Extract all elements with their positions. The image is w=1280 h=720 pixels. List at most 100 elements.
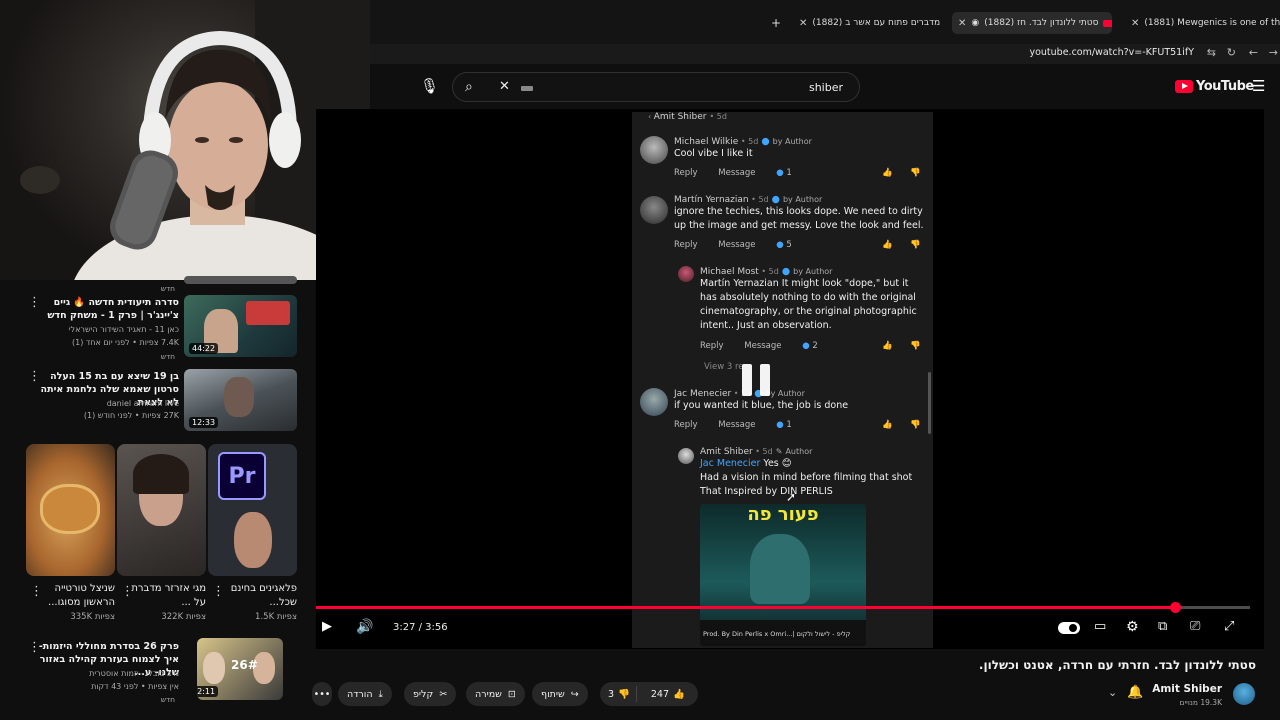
- dislike-icon[interactable]: 👎: [910, 240, 921, 250]
- clip-button[interactable]: קליפ ✂: [404, 682, 457, 706]
- comment-actions: Reply Message ● 1 👍 👎: [674, 420, 921, 430]
- youtube-play-icon: [1175, 80, 1193, 93]
- reply-button[interactable]: Reply: [674, 168, 698, 178]
- volume-icon[interactable]: 🔊: [356, 619, 373, 635]
- avatar[interactable]: [640, 196, 668, 224]
- comment-actions: Reply Message ● 5 👍 👎: [674, 240, 921, 250]
- avatar[interactable]: [678, 266, 694, 282]
- back-icon[interactable]: ←: [1249, 46, 1258, 59]
- save-button[interactable]: שמירה ⊡: [466, 682, 525, 706]
- more-icon: •••: [313, 688, 331, 700]
- tab-mewgenics[interactable]: ✕ (1881) Mewgenics is one of the: [1125, 12, 1280, 34]
- channel-avatar[interactable]: [1233, 683, 1255, 705]
- keyboard-icon[interactable]: [521, 86, 533, 91]
- comment-image[interactable]: פעור פה Prod. By Din Perlis x Omri...| ק…: [700, 504, 866, 646]
- new-tab-button[interactable]: +: [765, 12, 787, 34]
- video-thumbnail[interactable]: 44:22: [184, 295, 297, 357]
- bookmark-icon: ⊡: [507, 688, 516, 700]
- youtube-logo[interactable]: YouTube: [1175, 79, 1254, 94]
- message-button[interactable]: Message: [718, 168, 755, 178]
- mouse-cursor-icon: ➚: [786, 490, 797, 504]
- cast-icon[interactable]: ⎚: [1190, 619, 1200, 634]
- reply-button[interactable]: Reply: [674, 420, 698, 430]
- channel-name[interactable]: Amit Shiber: [1152, 683, 1222, 695]
- reply-button[interactable]: Reply: [674, 240, 698, 250]
- more-actions-button[interactable]: •••: [312, 682, 332, 706]
- close-tab-icon[interactable]: ✕: [958, 18, 966, 29]
- time-display: 3:27 / 3:56: [393, 622, 448, 633]
- youtube-header: 🎙 ⌕ ✕ YouTube ☰: [370, 64, 1280, 109]
- translate-icon[interactable]: ⇆: [1207, 46, 1216, 59]
- tab-current-video[interactable]: ✕ ◉ (1882) סטתי ללונדון לבד. חז: [952, 12, 1112, 34]
- search-box[interactable]: ⌕ ✕: [452, 72, 860, 102]
- chevron-down-icon[interactable]: ⌄: [1108, 686, 1117, 699]
- scrollbar[interactable]: [928, 372, 931, 434]
- url-text[interactable]: youtube.com/watch?v=-KFUT51ifY: [1029, 47, 1194, 58]
- share-icon: ↪: [570, 688, 579, 700]
- comment-actions: Reply Message ● 1 👍 👎: [674, 168, 921, 178]
- author-heart-icon: ●: [781, 266, 791, 277]
- author-heart-icon: ●: [761, 136, 770, 147]
- author-heart-icon: ●: [771, 194, 780, 205]
- comment: Michael Wilkie • 5d ● by Author Cool vib…: [674, 136, 812, 159]
- like-icon[interactable]: 👍: [882, 168, 893, 178]
- comment-reply: Amit Shiber • 5d ✎ Author Jac Menecier Y…: [700, 447, 913, 497]
- like-count-icon: ●: [776, 168, 784, 178]
- dislike-icon[interactable]: 👎: [910, 168, 921, 178]
- reload-icon[interactable]: ↻: [1227, 46, 1236, 59]
- like-icon[interactable]: 👍: [882, 341, 893, 351]
- webcam-overlay: [0, 0, 370, 280]
- scrubber-handle[interactable]: [1169, 602, 1181, 613]
- bell-icon[interactable]: 🔔: [1127, 685, 1143, 700]
- pause-overlay-icon[interactable]: [742, 364, 772, 396]
- play-icon[interactable]: ▶: [322, 619, 332, 634]
- scissors-icon: ✂: [439, 688, 448, 700]
- short-thumbnail[interactable]: Pr: [208, 444, 297, 576]
- menu-icon[interactable]: ☰: [1252, 77, 1265, 95]
- dislike-icon[interactable]: 👎: [910, 341, 921, 351]
- message-button[interactable]: Message: [718, 420, 755, 430]
- dislike-button[interactable]: 3 👎: [600, 686, 637, 702]
- clear-search-icon[interactable]: ✕: [499, 79, 510, 94]
- view-replies-link[interactable]: View 3 re: [704, 362, 744, 372]
- like-count-icon: ●: [802, 341, 810, 351]
- forward-icon[interactable]: →: [1269, 46, 1278, 59]
- search-icon[interactable]: ⌕: [465, 79, 473, 95]
- message-button[interactable]: Message: [718, 240, 755, 250]
- download-icon: ⤓: [378, 688, 383, 700]
- video-thumbnail[interactable]: [184, 276, 297, 284]
- autoplay-toggle[interactable]: [1058, 622, 1080, 634]
- dislike-icon[interactable]: 👎: [910, 420, 921, 430]
- close-tab-icon[interactable]: ✕: [799, 18, 807, 29]
- address-bar[interactable]: youtube.com/watch?v=-KFUT51ifY ⇆ ↻ ← →: [370, 44, 1280, 64]
- settings-icon[interactable]: ⚙: [1126, 619, 1139, 635]
- avatar[interactable]: [678, 448, 694, 464]
- reply-button[interactable]: Reply: [700, 341, 724, 351]
- message-button[interactable]: Message: [744, 341, 781, 351]
- browser-tab-bar: ✕ (1881) Mewgenics is one of the ✕ ◉ (18…: [370, 0, 1280, 44]
- thumb-up-icon: 👍: [673, 688, 685, 700]
- download-button[interactable]: הורדה ⤓: [338, 682, 392, 706]
- short-thumbnail[interactable]: [26, 444, 115, 576]
- comment: Jac Menecier • 5d ● by Author if you wan…: [674, 388, 849, 411]
- video-frame-comments: ‹ Amit Shiber • 5d Michael Wilkie • 5d ●…: [632, 112, 933, 648]
- close-tab-icon[interactable]: ✕: [1131, 18, 1139, 29]
- tab-asher[interactable]: ✕ (1882) מדברים פתוח עם אשר ב: [793, 12, 943, 34]
- share-button[interactable]: שיתוף ↪: [532, 682, 588, 706]
- avatar[interactable]: [640, 388, 668, 416]
- comment-partial: ‹ Amit Shiber • 5d: [648, 112, 727, 122]
- like-icon[interactable]: 👍: [882, 420, 893, 430]
- miniplayer-icon[interactable]: ⧉: [1158, 619, 1167, 634]
- fullscreen-icon[interactable]: ⤢: [1224, 619, 1234, 634]
- like-button[interactable]: 247 👍: [643, 689, 693, 700]
- video-thumbnail[interactable]: 12:33: [184, 369, 297, 431]
- video-title: סטתי ללונדון לבד. חזרתי עם חרדה, אטנט וכ…: [978, 658, 1256, 672]
- search-input[interactable]: [543, 78, 843, 96]
- avatar[interactable]: [640, 136, 668, 164]
- like-icon[interactable]: 👍: [882, 240, 893, 250]
- subtitles-icon[interactable]: ▭: [1094, 619, 1106, 634]
- video-thumbnail[interactable]: 26# 42:11: [197, 638, 283, 700]
- comment-reply: Michael Most • 5d ● by Author Martín Yer…: [700, 266, 917, 331]
- short-thumbnail[interactable]: [117, 444, 206, 576]
- microphone-icon[interactable]: 🎙: [420, 77, 439, 95]
